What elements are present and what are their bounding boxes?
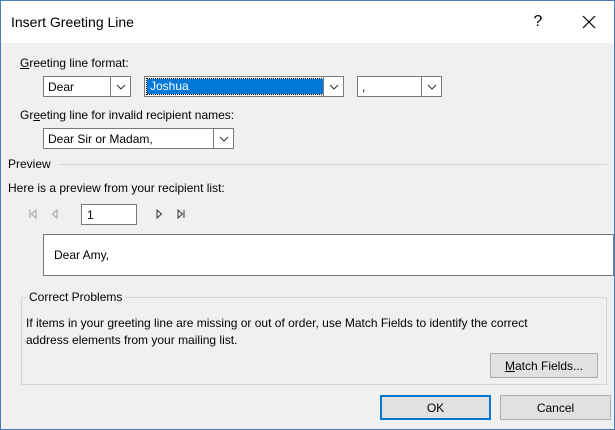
invalid-names-value: Dear Sir or Madam, [48, 132, 153, 146]
cancel-button[interactable]: Cancel [500, 395, 611, 420]
help-button[interactable]: ? [518, 9, 558, 35]
insert-greeting-line-dialog: Insert Greeting Line ? Greeting line for… [0, 0, 615, 430]
close-icon [582, 15, 596, 29]
name-format-dropdown[interactable]: Joshua [144, 76, 344, 97]
preview-divider [59, 164, 607, 165]
last-record-icon [177, 209, 185, 219]
name-format-value: Joshua [146, 78, 324, 95]
record-number-input[interactable]: 1 [81, 204, 137, 225]
greeting-preview-text: Dear Amy, [54, 248, 110, 262]
dialog-title: Insert Greeting Line [11, 14, 134, 30]
invalid-names-dropdown-arrow[interactable] [213, 129, 233, 148]
chevron-down-icon [427, 84, 436, 90]
preview-section-label: Preview [8, 157, 51, 171]
punctuation-dropdown[interactable]: , [357, 76, 442, 97]
first-record-icon [29, 209, 37, 219]
invalid-names-dropdown[interactable]: Dear Sir or Madam, [43, 128, 234, 149]
ok-button[interactable]: OK [380, 395, 491, 420]
salutation-value: Dear [48, 80, 75, 94]
close-button[interactable] [569, 9, 609, 35]
salutation-dropdown[interactable]: Dear [43, 76, 131, 97]
next-record-button[interactable] [152, 207, 166, 221]
punctuation-dropdown-arrow[interactable] [421, 77, 441, 96]
chevron-down-icon [116, 84, 125, 90]
title-bar: Insert Greeting Line ? [1, 1, 614, 43]
previous-record-icon [51, 209, 58, 219]
record-number-value: 1 [87, 208, 94, 222]
punctuation-value: , [362, 80, 366, 94]
last-record-button[interactable] [174, 207, 188, 221]
preview-description: Here is a preview from your recipient li… [8, 181, 225, 195]
salutation-dropdown-arrow[interactable] [110, 77, 130, 96]
next-record-icon [156, 209, 163, 219]
invalid-names-label: Greeting line for invalid recipient name… [20, 108, 235, 122]
correct-problems-description-line1: If items in your greeting line are missi… [26, 316, 528, 330]
match-fields-button[interactable]: Match Fields... [490, 353, 598, 378]
previous-record-button[interactable] [48, 207, 62, 221]
first-record-button[interactable] [26, 207, 40, 221]
correct-problems-description-line2: address elements from your mailing list. [26, 333, 238, 347]
name-format-dropdown-arrow[interactable] [323, 77, 343, 96]
chevron-down-icon [219, 136, 228, 142]
correct-problems-label: Correct Problems [26, 290, 126, 304]
greeting-format-label: Greeting line format: [20, 56, 129, 70]
chevron-down-icon [329, 84, 338, 90]
greeting-preview-box: Dear Amy, [43, 234, 614, 276]
